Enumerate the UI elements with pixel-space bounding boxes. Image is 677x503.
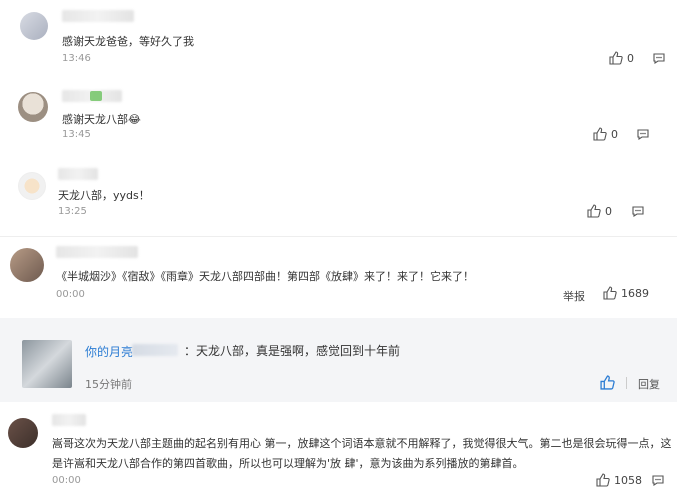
reply-username[interactable]: 你的月亮 — [85, 343, 133, 360]
username-blurred[interactable] — [62, 10, 134, 22]
like-count: 1058 — [614, 473, 642, 487]
like-count: 0 — [605, 204, 612, 218]
username-blurred — [132, 344, 178, 356]
comment-text: 《半城烟沙》《宿敌》《雨章》天龙八部四部曲！第四部《放肆》来了！来了！它来了！ — [56, 270, 474, 283]
comment-text-line1: 嵩哥这次为天龙八部主题曲的起名别有用心 第一，放肆这个词语本意就不用解释了，我觉… — [52, 437, 672, 450]
comment-time: 00:00 — [52, 475, 81, 486]
comment-time: 13:25 — [58, 206, 87, 217]
like-count: 0 — [611, 127, 618, 141]
comment-text-line2: 是许嵩和天龙八部合作的第四首歌曲，所以也可以理解为'放 肆'，意为该曲为系列播放… — [52, 457, 524, 470]
comment-text: 感谢天龙八部😂 — [62, 113, 141, 126]
comment-more-icon[interactable] — [653, 53, 665, 64]
thumbs-up-icon — [609, 51, 623, 65]
divider-vertical — [626, 377, 627, 389]
comment-more-icon[interactable] — [632, 206, 644, 217]
comment-time: 13:45 — [62, 129, 91, 140]
avatar[interactable] — [8, 418, 38, 448]
thumbs-up-icon — [603, 286, 617, 300]
comment-time: 13:46 — [62, 53, 91, 64]
like-button[interactable]: 0 — [587, 204, 612, 218]
avatar[interactable] — [20, 12, 48, 40]
avatar[interactable] — [18, 92, 48, 122]
username-blurred[interactable] — [58, 168, 98, 180]
avatar[interactable] — [22, 340, 72, 388]
comment-time: 15分钟前 — [85, 378, 132, 391]
username-blurred[interactable] — [52, 414, 86, 426]
comment-more-icon[interactable] — [637, 129, 649, 140]
like-button[interactable]: 0 — [609, 51, 634, 65]
divider — [0, 236, 677, 237]
like-button[interactable]: 1058 — [596, 473, 642, 487]
comment-text: 天龙八部，yyds！ — [58, 189, 150, 202]
like-button[interactable]: 1689 — [603, 286, 649, 300]
comment-text: ：天龙八部，真是强啊，感觉回到十年前 — [184, 344, 401, 358]
thumbs-up-icon — [587, 204, 601, 218]
username-blurred[interactable] — [56, 246, 138, 258]
thumbs-up-icon[interactable] — [600, 375, 615, 390]
comment-time: 00:00 — [56, 289, 85, 300]
comment-more-icon[interactable] — [652, 475, 664, 486]
thumbs-up-icon — [596, 473, 610, 487]
report-link[interactable]: 举报 — [563, 288, 585, 304]
avatar[interactable] — [10, 248, 44, 282]
comment-text: 感谢天龙爸爸，等好久了我 — [62, 35, 194, 48]
thumbs-up-icon — [593, 127, 607, 141]
like-button[interactable]: 0 — [593, 127, 618, 141]
avatar[interactable] — [18, 172, 46, 200]
reply-button[interactable]: 回复 — [638, 376, 660, 392]
like-count: 0 — [627, 51, 634, 65]
level-badge — [90, 91, 102, 101]
like-count: 1689 — [621, 286, 649, 300]
